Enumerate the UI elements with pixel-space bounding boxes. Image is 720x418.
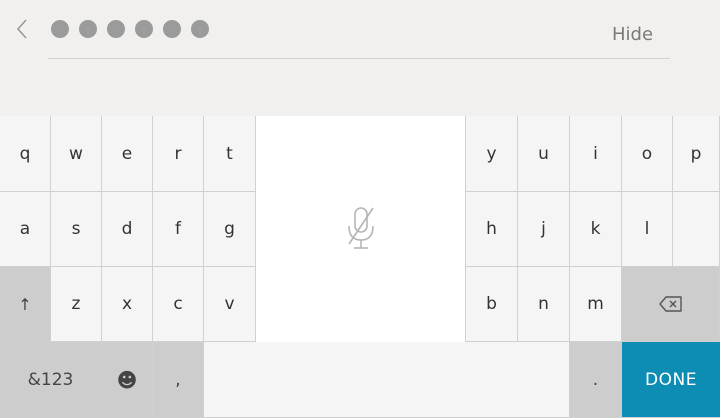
pin-dot — [51, 20, 69, 38]
input-underline — [48, 58, 670, 59]
key-e[interactable]: e — [102, 116, 153, 192]
key-s[interactable]: s — [51, 192, 102, 267]
key-p[interactable]: p — [673, 116, 720, 192]
keyboard: q w e r t y u i o p a s d f g h j k l ↑ … — [0, 116, 720, 418]
key-o[interactable]: o — [622, 116, 673, 192]
pin-dot — [135, 20, 153, 38]
key-r[interactable]: r — [153, 116, 204, 192]
key-blank — [673, 192, 720, 267]
key-i[interactable]: i — [570, 116, 622, 192]
numbers-symbols-key[interactable]: &123 — [0, 342, 102, 418]
key-h[interactable]: h — [466, 192, 518, 267]
back-button[interactable] — [12, 14, 32, 44]
shift-key[interactable]: ↑ — [0, 267, 51, 342]
key-f[interactable]: f — [153, 192, 204, 267]
key-q[interactable]: q — [0, 116, 51, 192]
chevron-left-icon — [16, 19, 27, 39]
pin-dot — [79, 20, 97, 38]
key-n[interactable]: n — [518, 267, 570, 342]
comma-key[interactable]: , — [153, 342, 204, 418]
voice-input-panel[interactable] — [256, 116, 466, 342]
microphone-disabled-icon — [347, 207, 374, 249]
emoji-icon: ☻ — [116, 367, 138, 392]
key-m[interactable]: m — [570, 267, 622, 342]
key-j[interactable]: j — [518, 192, 570, 267]
key-a[interactable]: a — [0, 192, 51, 267]
done-button[interactable]: DONE — [622, 342, 720, 418]
key-x[interactable]: x — [102, 267, 153, 342]
key-d[interactable]: d — [102, 192, 153, 267]
key-u[interactable]: u — [518, 116, 570, 192]
key-w[interactable]: w — [51, 116, 102, 192]
key-l[interactable]: l — [622, 192, 673, 267]
backspace-key[interactable] — [622, 267, 720, 342]
pin-dot — [163, 20, 181, 38]
pin-dot — [191, 20, 209, 38]
key-c[interactable]: c — [153, 267, 204, 342]
key-g[interactable]: g — [204, 192, 256, 267]
backspace-icon — [658, 296, 682, 312]
period-key[interactable]: . — [570, 342, 622, 418]
key-k[interactable]: k — [570, 192, 622, 267]
pin-dot — [107, 20, 125, 38]
emoji-key[interactable]: ☻ — [102, 342, 153, 418]
space-bar[interactable] — [204, 342, 570, 418]
key-y[interactable]: y — [466, 116, 518, 192]
key-v[interactable]: v — [204, 267, 256, 342]
key-t[interactable]: t — [204, 116, 256, 192]
pin-entry-header: Hide — [0, 0, 720, 116]
key-z[interactable]: z — [51, 267, 102, 342]
shift-icon: ↑ — [18, 294, 32, 314]
key-b[interactable]: b — [466, 267, 518, 342]
pin-dots — [51, 20, 209, 38]
hide-keyboard-button[interactable]: Hide — [612, 24, 653, 45]
